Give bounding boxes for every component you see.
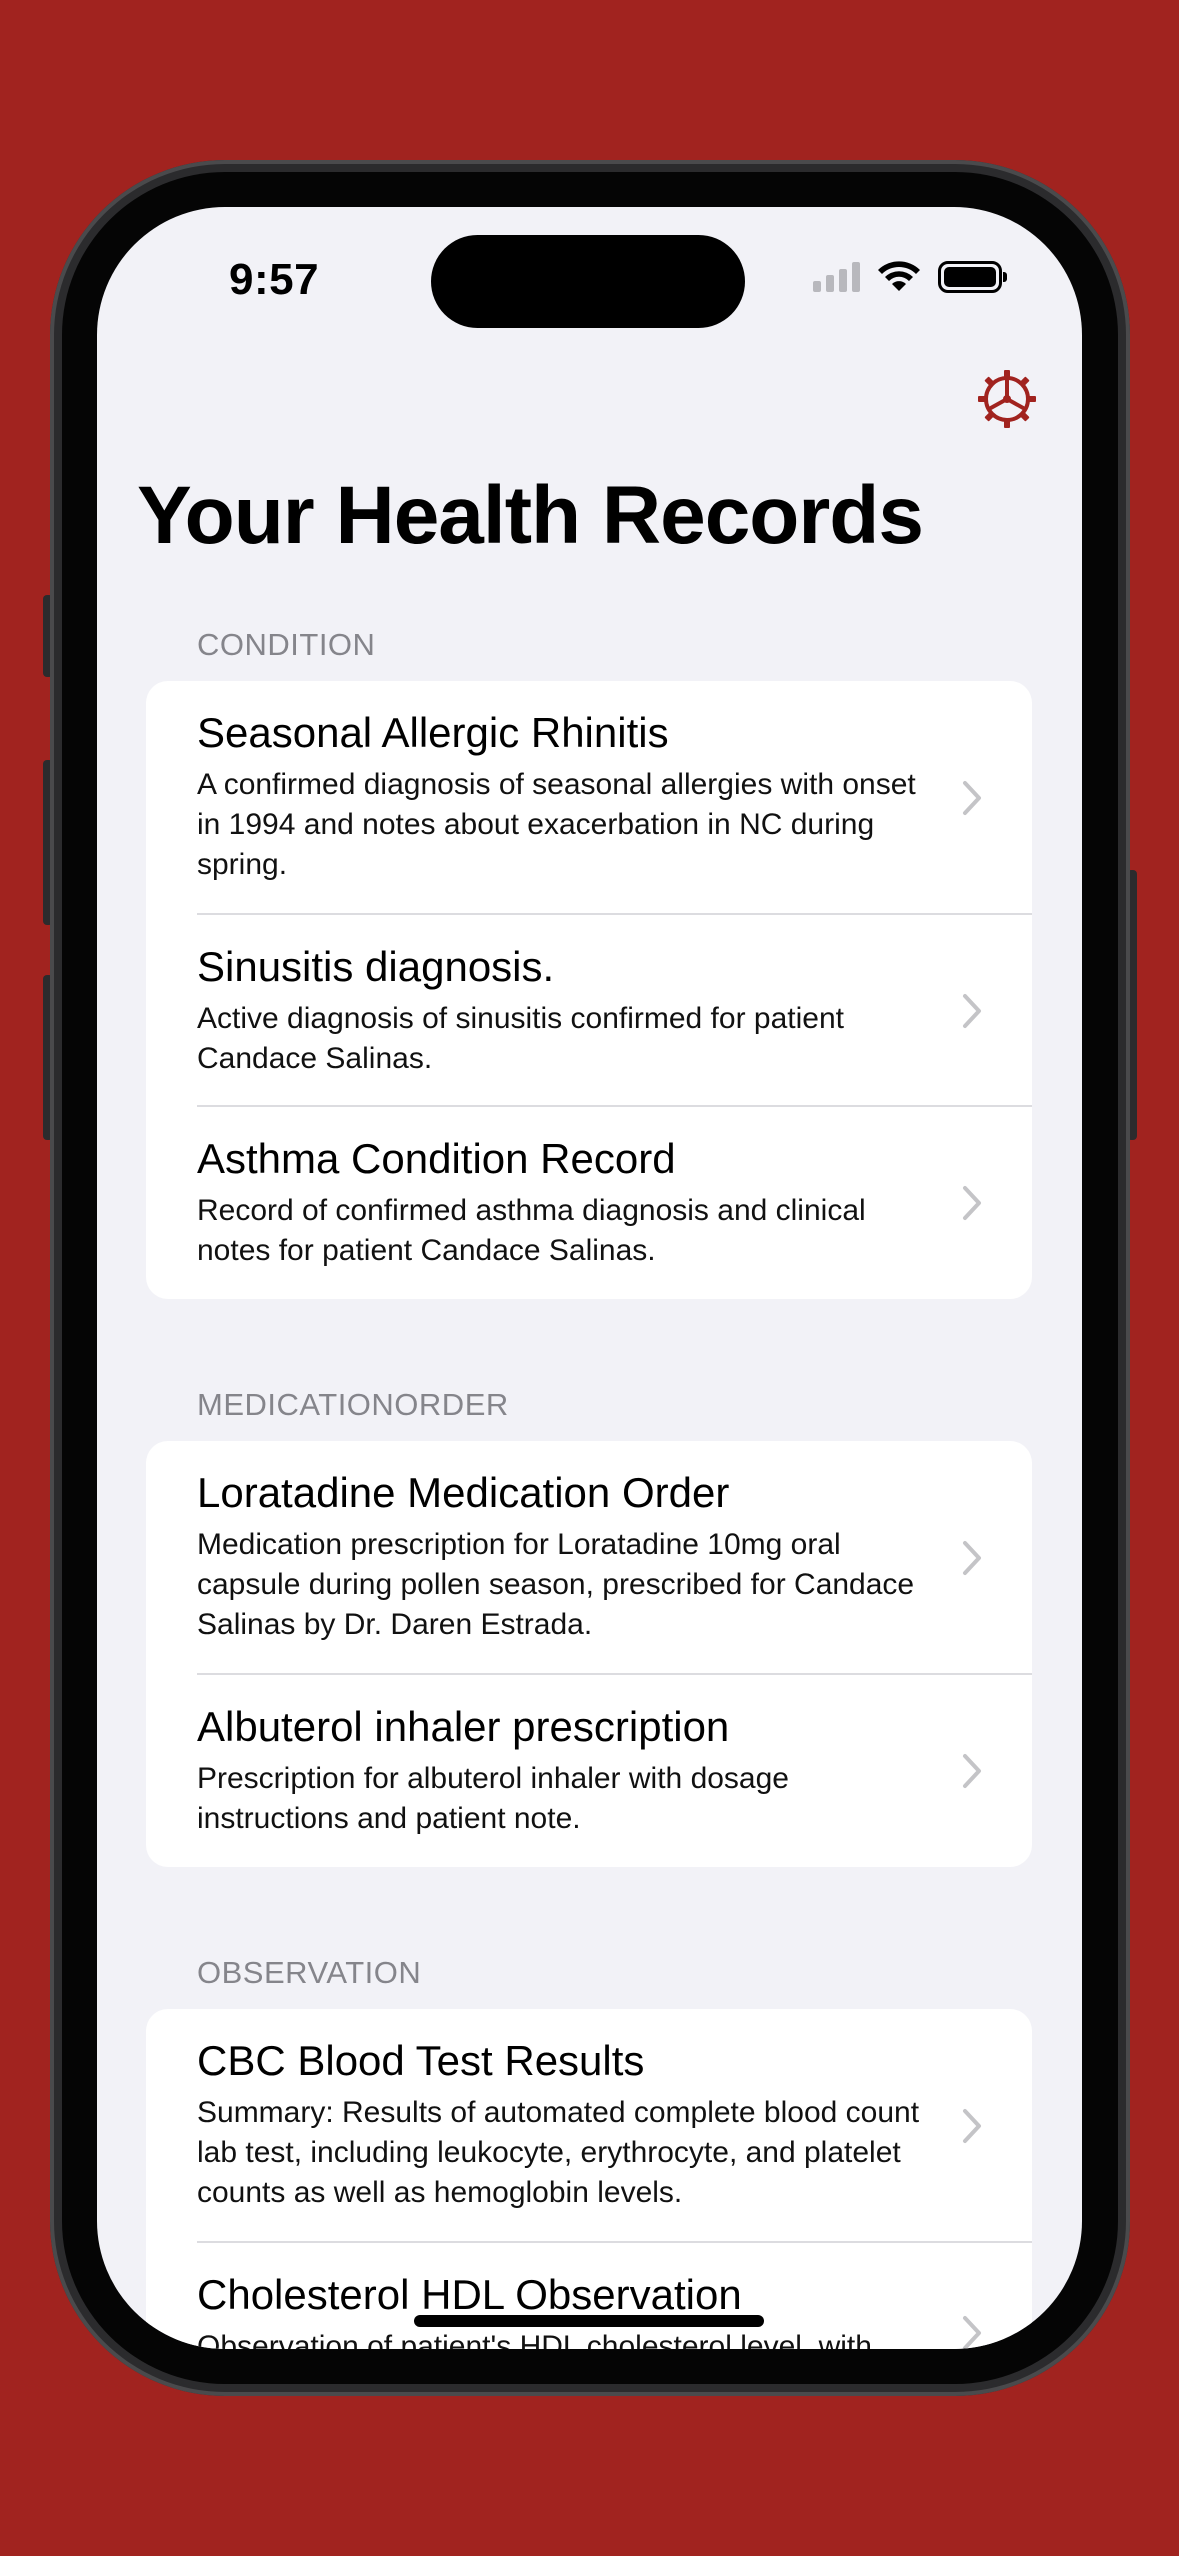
list-item-description: Observation of patient's HDL cholesterol… xyxy=(197,2330,872,2349)
list-item-title: Albuterol inhaler prescription xyxy=(197,1703,730,1750)
list-item-description: Summary: Results of automated complete b… xyxy=(197,2096,920,2209)
wifi-icon xyxy=(878,261,920,291)
list-item[interactable]: Asthma Condition Record Record of confir… xyxy=(146,1107,1032,1299)
chevron-right-icon xyxy=(963,994,981,1028)
status-time: 9:57 xyxy=(229,255,320,304)
cellular-signal-icon xyxy=(813,262,860,292)
section-header-condition: CONDITION xyxy=(197,627,376,662)
page-title: Your Health Records xyxy=(137,470,924,561)
phone-screen: 9:57 Your Health Records CONDITION Seaso… xyxy=(97,207,1082,2349)
list-item-description: Record of confirmed asthma diagnosis and… xyxy=(197,1194,866,1267)
gear-icon xyxy=(978,370,1036,428)
list-item-description: Active diagnosis of sinusitis confirmed … xyxy=(197,1002,844,1075)
chevron-right-icon xyxy=(963,2316,981,2349)
chevron-right-icon xyxy=(963,1754,981,1788)
battery-icon xyxy=(938,261,1007,293)
dynamic-island xyxy=(431,235,745,328)
list-item[interactable]: Sinusitis diagnosis. Active diagnosis of… xyxy=(146,915,1032,1107)
medicationorder-card: Loratadine Medication Order Medication p… xyxy=(146,1441,1032,1867)
home-indicator[interactable] xyxy=(414,2315,764,2327)
list-item-title: Loratadine Medication Order xyxy=(197,1469,730,1516)
list-item-title: Asthma Condition Record xyxy=(197,1135,676,1182)
list-item[interactable]: Cholesterol HDL Observation Observation … xyxy=(146,2243,1032,2349)
chevron-right-icon xyxy=(963,1186,981,1220)
list-item[interactable]: CBC Blood Test Results Summary: Results … xyxy=(146,2009,1032,2243)
list-item[interactable]: Seasonal Allergic Rhinitis A confirmed d… xyxy=(146,681,1032,915)
list-item-title: Seasonal Allergic Rhinitis xyxy=(197,709,669,756)
section-header-medicationorder: MEDICATIONORDER xyxy=(197,1387,509,1422)
chevron-right-icon xyxy=(963,781,981,815)
chevron-right-icon xyxy=(963,2109,981,2143)
list-item-description: A confirmed diagnosis of seasonal allerg… xyxy=(197,768,916,881)
status-icons xyxy=(813,261,1007,293)
list-item-description: Medication prescription for Loratadine 1… xyxy=(197,1528,915,1641)
list-item-title: CBC Blood Test Results xyxy=(197,2037,645,2084)
section-header-observation: OBSERVATION xyxy=(197,1955,422,1990)
chevron-right-icon xyxy=(963,1541,981,1575)
list-item-description: Prescription for albuterol inhaler with … xyxy=(197,1762,789,1835)
list-item-title: Sinusitis diagnosis. xyxy=(197,943,555,990)
observation-card: CBC Blood Test Results Summary: Results … xyxy=(146,2009,1032,2349)
list-item[interactable]: Loratadine Medication Order Medication p… xyxy=(146,1441,1032,1675)
list-item[interactable]: Albuterol inhaler prescription Prescript… xyxy=(146,1675,1032,1867)
condition-card: Seasonal Allergic Rhinitis A confirmed d… xyxy=(146,681,1032,1299)
settings-button[interactable] xyxy=(975,367,1039,431)
